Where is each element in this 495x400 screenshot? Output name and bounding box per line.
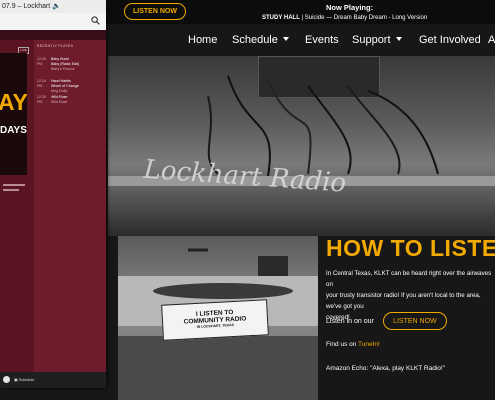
track-time: 12:24 PM xyxy=(37,79,46,88)
track-line3: Wild Rose xyxy=(51,100,68,104)
popup-header-strip xyxy=(0,30,106,40)
nav-schedule-label: Schedule xyxy=(232,34,278,46)
player-popup-window: 07.9 – Lockhart 🔈 LIVE AY DAYS RECENTLY … xyxy=(0,0,106,388)
nav-about-partial[interactable]: A xyxy=(488,34,495,46)
album-art-small-text: DAYS xyxy=(0,125,27,136)
chevron-down-icon xyxy=(282,37,289,41)
turntable-photo: I LISTEN TO COMMUNITY RADIO IN LOCKHART,… xyxy=(118,236,318,400)
recent-track-row[interactable]: 12:24 PM Hand Habits Wheel of Change Meg D… xyxy=(37,79,105,94)
schedule-link[interactable]: ▣ Schedule xyxy=(14,377,35,382)
listen-now-button[interactable]: LISTEN NOW xyxy=(124,3,186,20)
nav-events[interactable]: Events xyxy=(305,34,339,46)
now-playing-separator: | Suicide — xyxy=(299,15,334,21)
body-line-2: your trusty transistor radio! If you are… xyxy=(326,292,481,310)
hero-image: Lockhart Radio xyxy=(108,56,495,236)
track-line3: Baby's Pounce xyxy=(51,67,75,71)
popup-url-bar xyxy=(0,13,106,31)
now-playing-track: STUDY HALL | Suicide — Dream Baby Dream … xyxy=(262,15,427,21)
tunein-link[interactable]: TuneIn! xyxy=(358,341,380,348)
find-us-line: Find us on TuneIn! xyxy=(326,341,380,348)
recent-track-row[interactable]: 12:30 PM Baby Budd Baby (Radio Edit) Baby'… xyxy=(37,57,105,72)
track-time: 12:20 PM xyxy=(37,95,46,104)
now-playing-song: Dream Baby Dream - Long Version xyxy=(333,15,428,21)
album-art-big-text: AY xyxy=(0,89,27,115)
search-icon[interactable] xyxy=(91,16,100,25)
player-meta xyxy=(3,184,25,191)
now-playing-show: STUDY HALL xyxy=(262,15,300,21)
listen-row: Listen in on our LISTEN NOW xyxy=(326,312,447,330)
toggle-switch[interactable] xyxy=(3,376,10,383)
sign-line-3: IN LOCKHART, TEXAS xyxy=(196,322,235,329)
community-radio-sign: I LISTEN TO COMMUNITY RADIO IN LOCKHART,… xyxy=(161,299,269,341)
find-us-label: Find us on xyxy=(326,341,359,348)
player-bottom-bar: ▣ Schedule xyxy=(0,372,106,388)
chevron-down-icon xyxy=(395,37,402,41)
nav-home[interactable]: Home xyxy=(188,34,217,46)
nav-get-involved[interactable]: Get Involved xyxy=(419,34,481,46)
recently-played-label: RECENTLY PLAYED xyxy=(37,44,74,48)
album-art: AY DAYS xyxy=(0,53,27,175)
popup-title: 07.9 – Lockhart 🔈 xyxy=(0,0,106,13)
track-line3: Meg Duffy xyxy=(51,89,68,93)
nav-schedule[interactable]: Schedule xyxy=(232,34,289,46)
how-to-listen-title: HOW TO LISTEN xyxy=(326,235,495,261)
schedule-label: Schedule xyxy=(18,378,35,382)
nav-support-label: Support xyxy=(352,34,391,46)
alexa-line: Amazon Echo: "Alexa, play KLKT Radio!" xyxy=(326,365,446,372)
listen-now-button-secondary[interactable]: LISTEN NOW xyxy=(382,312,447,330)
track-time: 12:30 PM xyxy=(37,57,46,66)
listen-in-label: Listen in on our xyxy=(326,317,374,325)
nav-support[interactable]: Support xyxy=(352,34,402,46)
now-playing-label: Now Playing: xyxy=(326,3,374,12)
recent-track-row[interactable]: 12:20 PM Wild Rose Wild Rose xyxy=(37,95,105,105)
body-line-1: In Central Texas, KLKT can be heard righ… xyxy=(326,270,492,288)
